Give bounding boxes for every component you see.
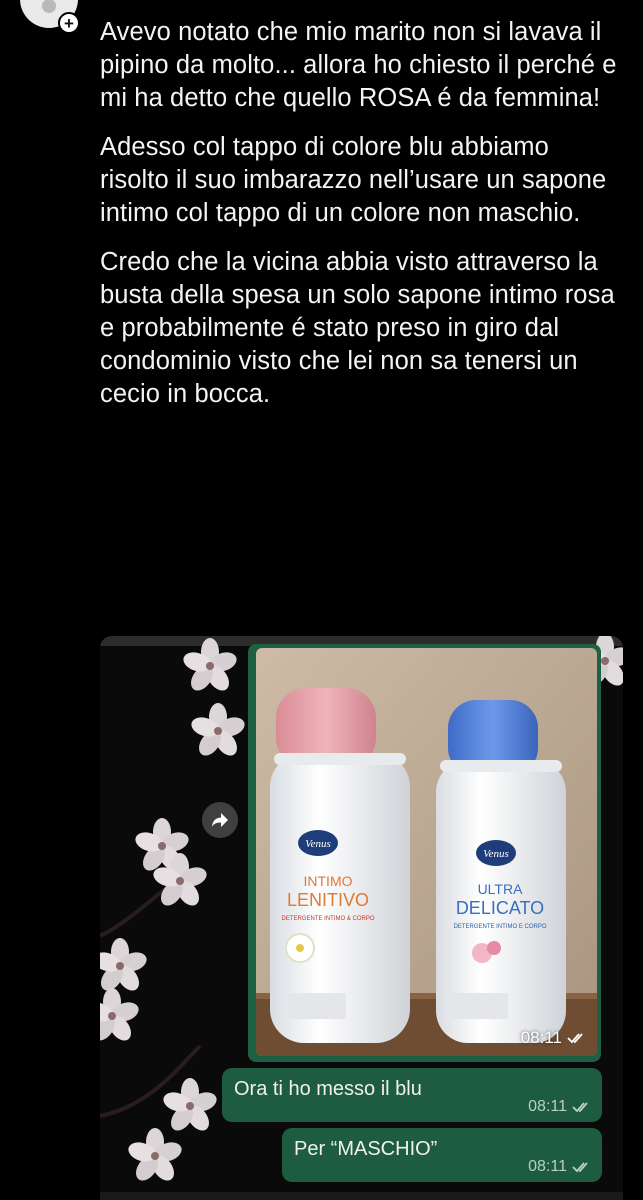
- message-time: 08:11: [528, 1098, 567, 1115]
- person-avatar-icon: [42, 0, 56, 13]
- post-paragraph-1: Avevo notato che mio marito non si lavav…: [100, 18, 617, 112]
- chat-message-1[interactable]: Ora ti ho messo il blu 08:11: [222, 1068, 602, 1122]
- forward-button[interactable]: [202, 802, 238, 838]
- svg-text:Venus: Venus: [305, 838, 331, 850]
- attached-chat-screenshot[interactable]: Venus INTIMO LENITIVO DETERGENTE INTIMO …: [100, 636, 623, 1200]
- double-check-icon: [572, 1162, 588, 1173]
- svg-text:Venus: Venus: [483, 848, 509, 860]
- svg-text:DETERGENTE INTIMO & CORPO: DETERGENTE INTIMO & CORPO: [281, 916, 374, 922]
- svg-text:ULTRA: ULTRA: [478, 881, 524, 897]
- chat-message-2[interactable]: Per “MASCHIO” 08:11: [282, 1128, 602, 1182]
- double-check-icon: [572, 1102, 588, 1113]
- svg-text:INTIMO: INTIMO: [304, 873, 353, 889]
- photo-message-bubble[interactable]: Venus INTIMO LENITIVO DETERGENTE INTIMO …: [248, 644, 601, 1062]
- svg-text:LENITIVO: LENITIVO: [287, 890, 369, 910]
- author-name-cropped: [110, 0, 320, 6]
- plus-icon[interactable]: +: [58, 12, 80, 34]
- message-text: Ora ti ho messo il blu: [234, 1078, 422, 1100]
- double-check-icon: [567, 1033, 583, 1044]
- message-time: 08:11: [528, 1158, 567, 1175]
- post-paragraph-3: Credo che la vicina abbia visto attraver…: [100, 248, 615, 408]
- svg-text:DETERGENTE INTIMO E CORPO: DETERGENTE INTIMO E CORPO: [453, 924, 546, 930]
- message-text: Per “MASCHIO”: [294, 1138, 438, 1160]
- photo-timestamp: 08:11: [521, 1028, 587, 1048]
- bottles-photo[interactable]: Venus INTIMO LENITIVO DETERGENTE INTIMO …: [256, 648, 597, 1056]
- post-body: Avevo notato che mio marito non si lavav…: [100, 16, 620, 427]
- bottles-illustration: Venus INTIMO LENITIVO DETERGENTE INTIMO …: [256, 648, 597, 1056]
- svg-text:DELICATO: DELICATO: [456, 898, 544, 918]
- forward-arrow-icon: [212, 813, 228, 827]
- photo-time: 08:11: [520, 1028, 562, 1047]
- message-meta: 08:11: [528, 1158, 592, 1176]
- post-paragraph-2: Adesso col tappo di colore blu abbiamo r…: [100, 133, 607, 227]
- message-meta: 08:11: [528, 1098, 592, 1116]
- screenshot-bottom-edge: [100, 1192, 623, 1200]
